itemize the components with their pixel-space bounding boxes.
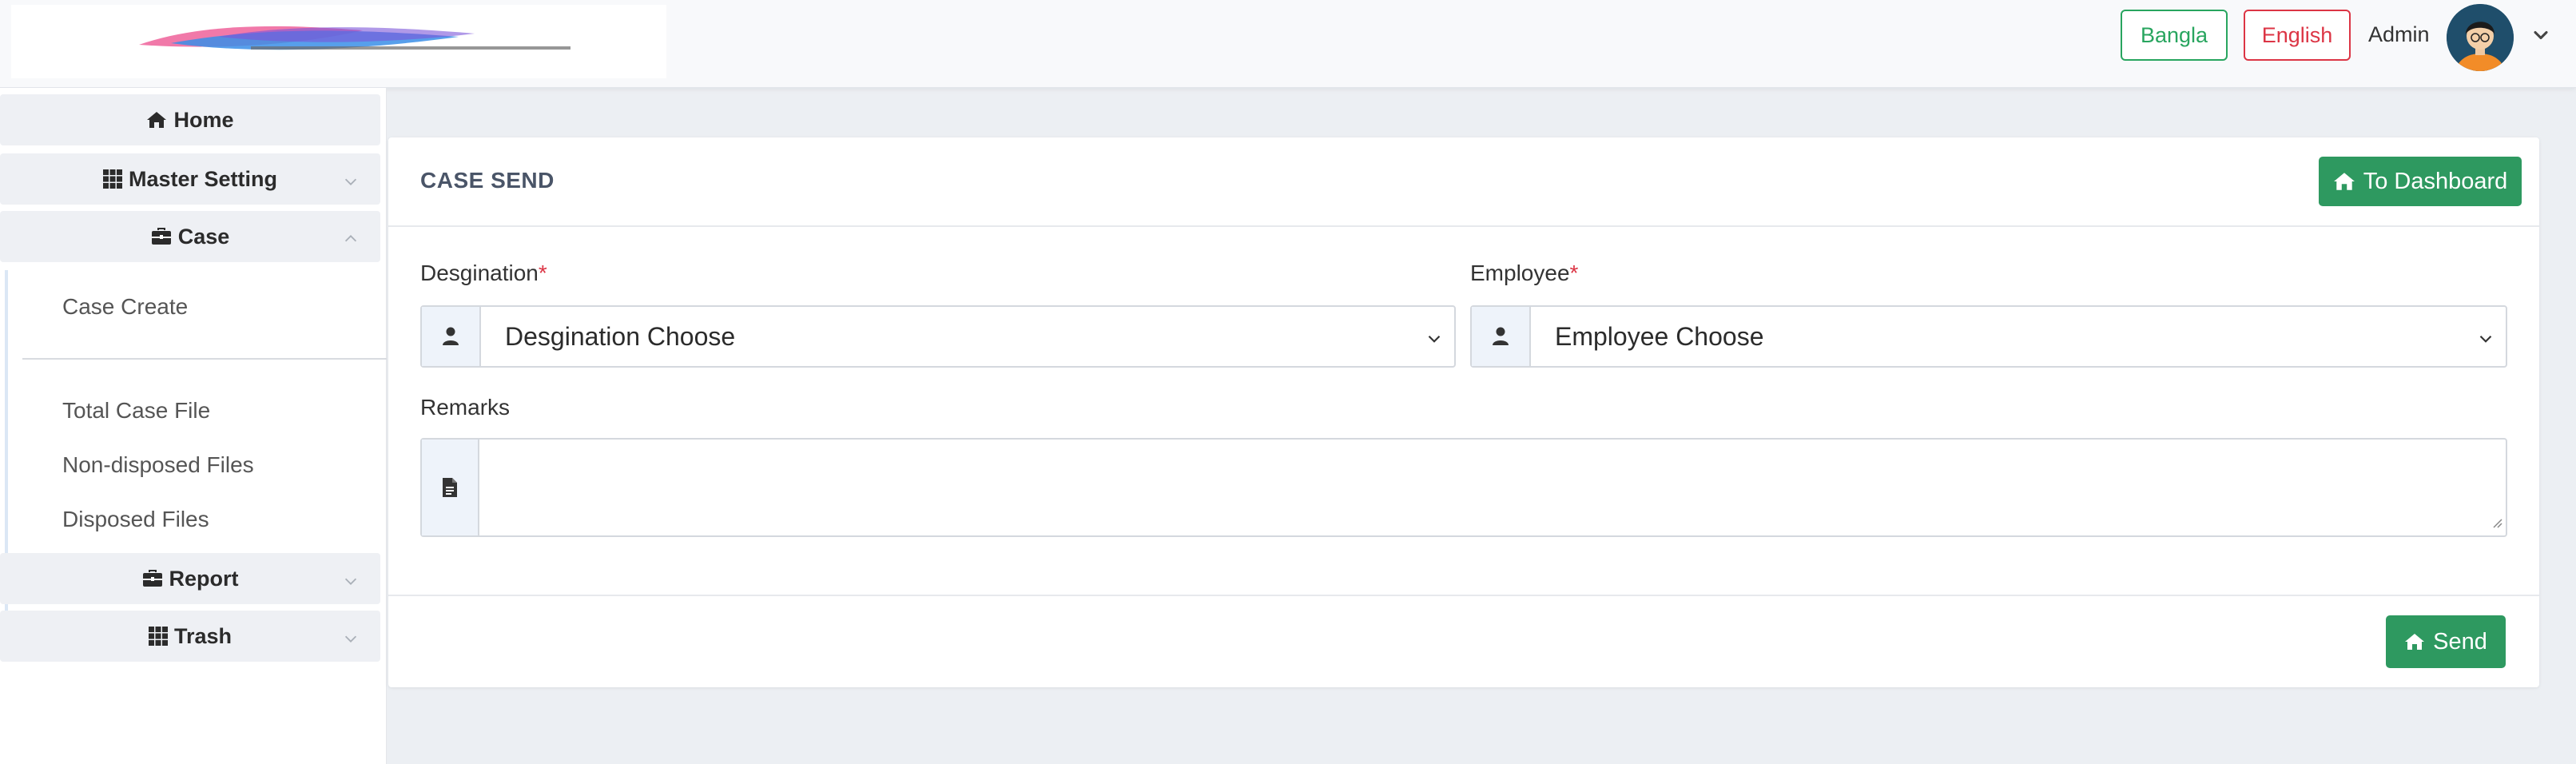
employee-label: Employee*	[1470, 261, 1578, 286]
top-navbar: Bangla English Admin	[0, 0, 2576, 88]
sidebar-sub-total-case-file[interactable]: Total Case File	[62, 398, 210, 424]
employee-field: Employee Choose	[1470, 305, 2507, 368]
page-title: CASE SEND	[420, 168, 555, 193]
bangla-language-button[interactable]: Bangla	[2121, 10, 2228, 61]
admin-name[interactable]: Admin	[2368, 22, 2430, 47]
chevron-down-icon[interactable]	[2530, 24, 2552, 46]
chevron-down-icon	[1424, 326, 1445, 356]
chevron-up-icon	[342, 229, 360, 253]
home-icon	[2333, 171, 2355, 192]
designation-field: Desgination Choose	[420, 305, 1456, 368]
remarks-field	[420, 438, 2507, 537]
employee-select[interactable]: Employee Choose	[1531, 307, 2506, 366]
remarks-label: Remarks	[420, 395, 511, 420]
chevron-down-icon	[342, 171, 360, 196]
designation-select-value: Desgination Choose	[505, 321, 736, 351]
logo[interactable]	[11, 5, 666, 78]
case-send-card: CASE SEND To Dashboard Desgination* Desg…	[388, 137, 2539, 687]
sidebar-item-report[interactable]: Report	[0, 553, 380, 604]
sidebar-item-label: Report	[169, 566, 239, 591]
avatar-image	[2447, 4, 2514, 71]
avatar[interactable]	[2447, 4, 2514, 71]
button-label: To Dashboard	[2363, 168, 2508, 194]
sidebar-sub-non-disposed-files[interactable]: Non-disposed Files	[62, 452, 254, 478]
required-mark: *	[1569, 261, 1579, 285]
sidebar-item-home[interactable]: Home	[0, 94, 380, 145]
sidebar: Home Master Setting Case Case Create Tot…	[0, 88, 387, 764]
chevron-down-icon	[342, 628, 360, 653]
sidebar-item-case[interactable]: Case	[0, 211, 380, 262]
employee-label-text: Employee	[1470, 261, 1570, 285]
sidebar-sub-case-create[interactable]: Case Create	[62, 294, 188, 320]
user-icon	[422, 307, 481, 366]
designation-select[interactable]: Desgination Choose	[481, 307, 1454, 366]
send-button[interactable]: Send	[2386, 615, 2506, 668]
divider	[388, 595, 2539, 596]
sidebar-item-label: Home	[173, 107, 234, 132]
user-icon	[1472, 307, 1531, 366]
sidebar-sub-disposed-files[interactable]: Disposed Files	[62, 507, 209, 532]
sidebar-item-label: Case	[177, 224, 230, 249]
designation-label: Desgination*	[420, 261, 547, 286]
sidebar-item-label: Trash	[173, 623, 233, 648]
designation-label-text: Desgination	[420, 261, 539, 285]
logo-graphic	[139, 26, 570, 50]
grid-icon	[102, 169, 122, 189]
card-header: CASE SEND To Dashboard	[388, 137, 2539, 227]
button-label: Send	[2433, 628, 2487, 655]
to-dashboard-button[interactable]: To Dashboard	[2319, 157, 2522, 206]
grid-icon	[148, 627, 168, 646]
file-icon	[422, 440, 479, 535]
english-language-button[interactable]: English	[2244, 10, 2351, 61]
sidebar-item-label: Master Setting	[128, 166, 278, 191]
home-icon	[146, 110, 167, 129]
sidebar-item-trash[interactable]: Trash	[0, 611, 380, 662]
briefcase-icon	[151, 228, 172, 245]
divider	[22, 358, 387, 360]
required-mark: *	[538, 261, 547, 285]
resize-grip-icon[interactable]	[2490, 515, 2502, 532]
home-icon	[2404, 632, 2425, 651]
sidebar-item-master-setting[interactable]: Master Setting	[0, 153, 380, 205]
employee-select-value: Employee Choose	[1555, 321, 1764, 351]
chevron-down-icon	[342, 571, 360, 595]
chevron-down-icon	[2475, 326, 2496, 356]
briefcase-icon	[142, 570, 163, 587]
remarks-textarea[interactable]	[479, 440, 2506, 535]
